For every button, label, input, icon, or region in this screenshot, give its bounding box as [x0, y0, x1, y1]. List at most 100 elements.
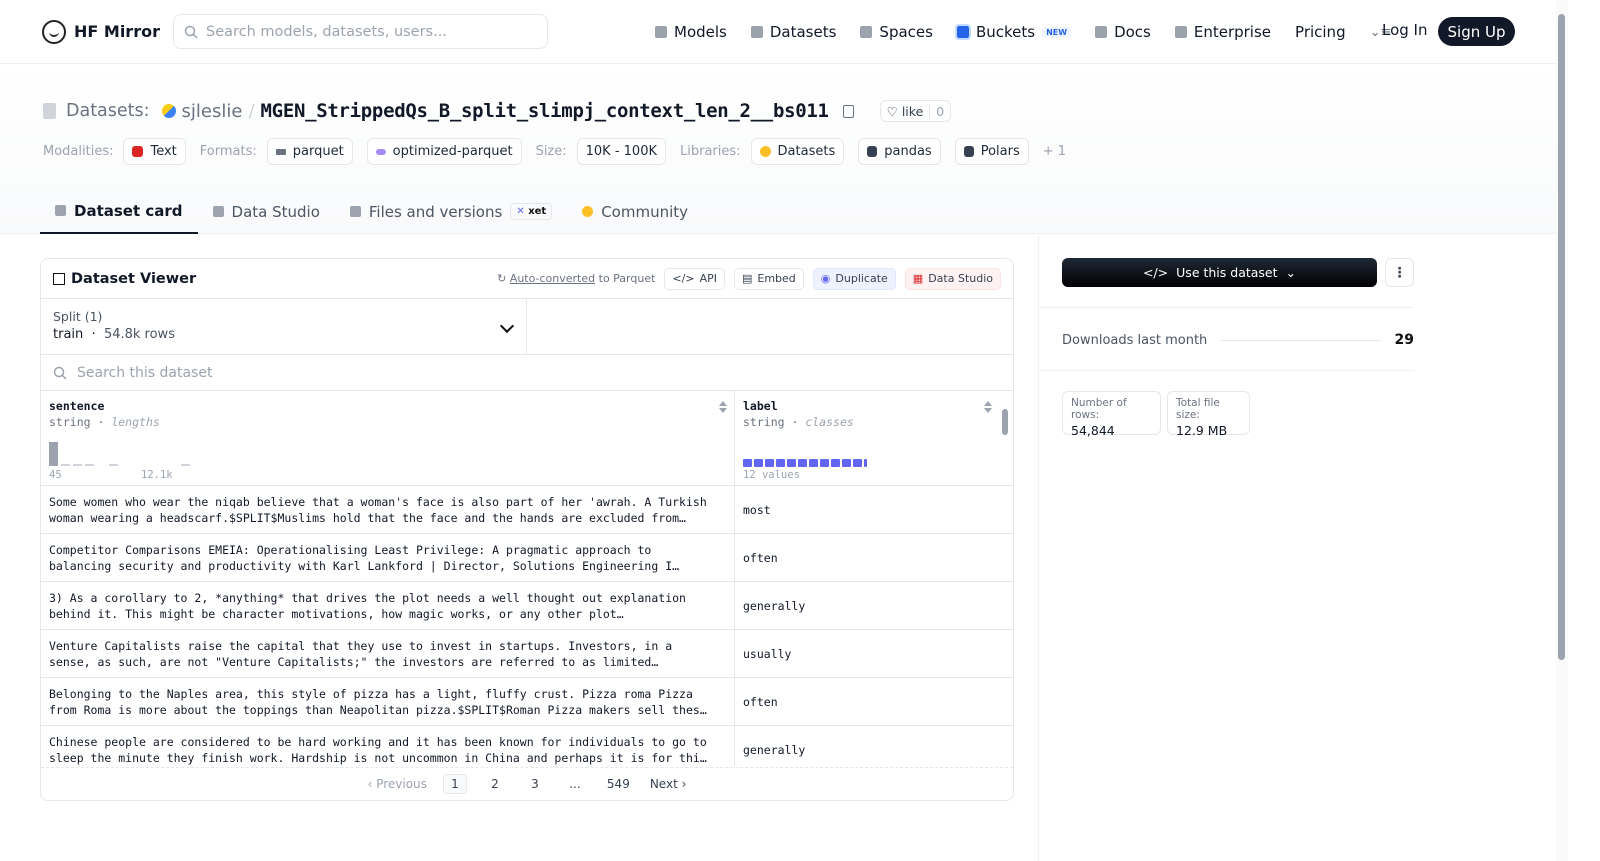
new-badge: NEW — [1042, 26, 1072, 38]
sort-icon[interactable] — [719, 401, 727, 413]
table-row[interactable]: Belonging to the Naples area, this style… — [41, 678, 1013, 726]
tag-datasets-lib[interactable]: Datasets — [750, 138, 845, 165]
nav-docs[interactable]: Docs — [1095, 23, 1151, 41]
nav-enterprise[interactable]: Enterprise — [1174, 23, 1271, 41]
cell-sentence-line: woman wearing a headscarf.$SPLIT$Muslims… — [49, 511, 686, 525]
cell-sentence-line: balancing security and productivity with… — [49, 559, 680, 573]
owner-link[interactable]: sjleslie — [182, 101, 243, 122]
cell-sentence[interactable]: Venture Capitalists raise the capital th… — [41, 630, 735, 677]
datasets-icon — [750, 26, 763, 38]
table-row[interactable]: 3) As a corollary to 2, *anything* that … — [41, 582, 1013, 630]
use-dataset-button[interactable]: </> Use this dataset ⌄ — [1062, 258, 1377, 287]
hist-min: 45 — [49, 469, 62, 481]
column-header-label[interactable]: label string · classes 12 values — [735, 391, 999, 485]
cell-sentence[interactable]: Some women who wear the niqab believe th… — [41, 486, 735, 533]
global-search-input[interactable]: Search models, datasets, users... — [173, 14, 548, 49]
search-placeholder: Search models, datasets, users... — [206, 23, 447, 40]
cell-label[interactable]: often — [735, 678, 999, 725]
cell-sentence[interactable]: Chinese people are considered to be hard… — [41, 726, 735, 766]
dataset-header: Datasets: sjleslie / MGEN_StrippedQs_B_s… — [0, 64, 1556, 234]
tag-optimized-parquet[interactable]: optimized-parquet — [366, 138, 522, 165]
brand-logo[interactable]: HF Mirror — [42, 19, 172, 44]
pagination: ‹ Previous 1 2 3 ... 549 Next › — [41, 767, 1013, 800]
pandas-icon — [867, 146, 878, 157]
table-scrollbar[interactable] — [1001, 391, 1009, 766]
tag-polars[interactable]: Polars — [954, 138, 1029, 165]
tag-pandas[interactable]: pandas — [858, 138, 941, 165]
table-row[interactable]: Chinese people are considered to be hard… — [41, 726, 1013, 766]
table-row[interactable]: Competitor Comparisons EMEIA: Operationa… — [41, 534, 1013, 582]
tab-community[interactable]: Community — [567, 189, 703, 234]
nav-buckets[interactable]: Buckets NEW — [954, 23, 1072, 41]
rows-stat: Number of rows: 54,844 — [1062, 391, 1161, 438]
embed-button[interactable]: ▤ Embed — [733, 267, 804, 290]
duplicate-button[interactable]: ◉ Duplicate — [812, 267, 896, 290]
nav-pricing[interactable]: Pricing — [1295, 23, 1346, 41]
page-1[interactable]: 1 — [442, 774, 467, 794]
dataset-viewer: Dataset Viewer ↻ Auto-converted to Parqu… — [40, 258, 1014, 801]
card-icon — [55, 205, 66, 216]
grid-icon — [53, 272, 65, 285]
more-options-button[interactable]: ⋮ — [1385, 258, 1414, 287]
cell-sentence[interactable]: Belonging to the Naples area, this style… — [41, 678, 735, 725]
divider — [1038, 307, 1414, 308]
cell-label[interactable]: generally — [735, 726, 999, 766]
table-row[interactable]: Venture Capitalists raise the capital th… — [41, 630, 1013, 678]
nav-buckets-label: Buckets — [975, 23, 1036, 41]
like-button[interactable]: ♡ like 0 — [879, 100, 952, 122]
tab-data-studio-label: Data Studio — [231, 202, 320, 221]
page-last[interactable]: 549 — [603, 775, 634, 793]
more-libraries[interactable]: + 1 — [1043, 144, 1066, 159]
cell-sentence[interactable]: Competitor Comparisons EMEIA: Operationa… — [41, 534, 735, 581]
divider — [1038, 370, 1414, 371]
page-2[interactable]: 2 — [483, 775, 507, 793]
prev-page[interactable]: ‹ Previous — [368, 777, 427, 791]
page-scrollbar[interactable] — [1556, 0, 1568, 861]
tag-text[interactable]: Text — [123, 138, 186, 165]
nav-spaces[interactable]: Spaces — [860, 23, 933, 41]
table-row[interactable]: Some women who wear the niqab believe th… — [41, 486, 1013, 534]
cell-sentence-line: Competitor Comparisons EMEIA: Operationa… — [49, 543, 652, 557]
col-label-type: string · classes — [743, 415, 854, 429]
enterprise-icon — [1174, 26, 1187, 38]
nav-models[interactable]: Models — [655, 23, 727, 41]
tab-files[interactable]: Files and versions ✕ xet — [335, 189, 567, 234]
dataset-tags: Modalities: Text Formats: parquet optimi… — [43, 138, 1066, 165]
split-select[interactable]: Split (1) train · 54.8k rows — [41, 299, 527, 354]
cell-sentence[interactable]: 3) As a corollary to 2, *anything* that … — [41, 582, 735, 629]
xet-badge: ✕ xet — [510, 203, 553, 220]
sort-icon[interactable] — [984, 401, 992, 413]
buckets-icon — [954, 24, 971, 40]
downloads-label: Downloads last month — [1062, 332, 1208, 348]
cell-sentence-line: sense, as such, are not "Venture Capital… — [49, 655, 659, 669]
size-stat: Total file size: 12.9 MB — [1167, 391, 1250, 438]
tag-size[interactable]: 10K - 100K — [576, 138, 667, 165]
tag-parquet[interactable]: parquet — [266, 138, 353, 165]
tab-data-studio[interactable]: Data Studio — [198, 189, 335, 234]
files-icon — [349, 206, 361, 217]
datasets-label: Datasets: — [66, 101, 150, 121]
tab-dataset-card[interactable]: Dataset card — [40, 189, 198, 234]
cell-label[interactable]: most — [735, 486, 999, 533]
next-page[interactable]: Next › — [650, 777, 687, 791]
libraries-label: Libraries: — [680, 144, 741, 159]
login-link[interactable]: Log In — [1382, 21, 1428, 39]
dataset-search-input[interactable]: Search this dataset — [41, 355, 1013, 391]
classes-bar — [743, 459, 867, 467]
cell-label[interactable]: generally — [735, 582, 999, 629]
auto-converted-note[interactable]: ↻ Auto-converted to Parquet — [497, 272, 655, 285]
cell-label[interactable]: usually — [735, 630, 999, 677]
code-icon: </> — [672, 272, 695, 285]
tab-files-label: Files and versions — [368, 202, 503, 221]
lengths-histogram — [49, 441, 190, 466]
copy-icon[interactable] — [842, 104, 854, 118]
dataset-name[interactable]: MGEN_StrippedQs_B_split_slimpj_context_l… — [261, 100, 829, 122]
cell-label[interactable]: often — [735, 534, 999, 581]
api-button[interactable]: </> API — [664, 267, 725, 290]
page-3[interactable]: 3 — [523, 775, 547, 793]
signup-button[interactable]: Sign Up — [1438, 17, 1515, 46]
nav-datasets[interactable]: Datasets — [750, 23, 836, 41]
data-studio-button[interactable]: ▦ Data Studio — [904, 267, 1001, 290]
column-header-sentence[interactable]: sentence string · lengths 45 12.1k — [41, 391, 735, 485]
col-sentence-name: sentence — [49, 399, 105, 413]
